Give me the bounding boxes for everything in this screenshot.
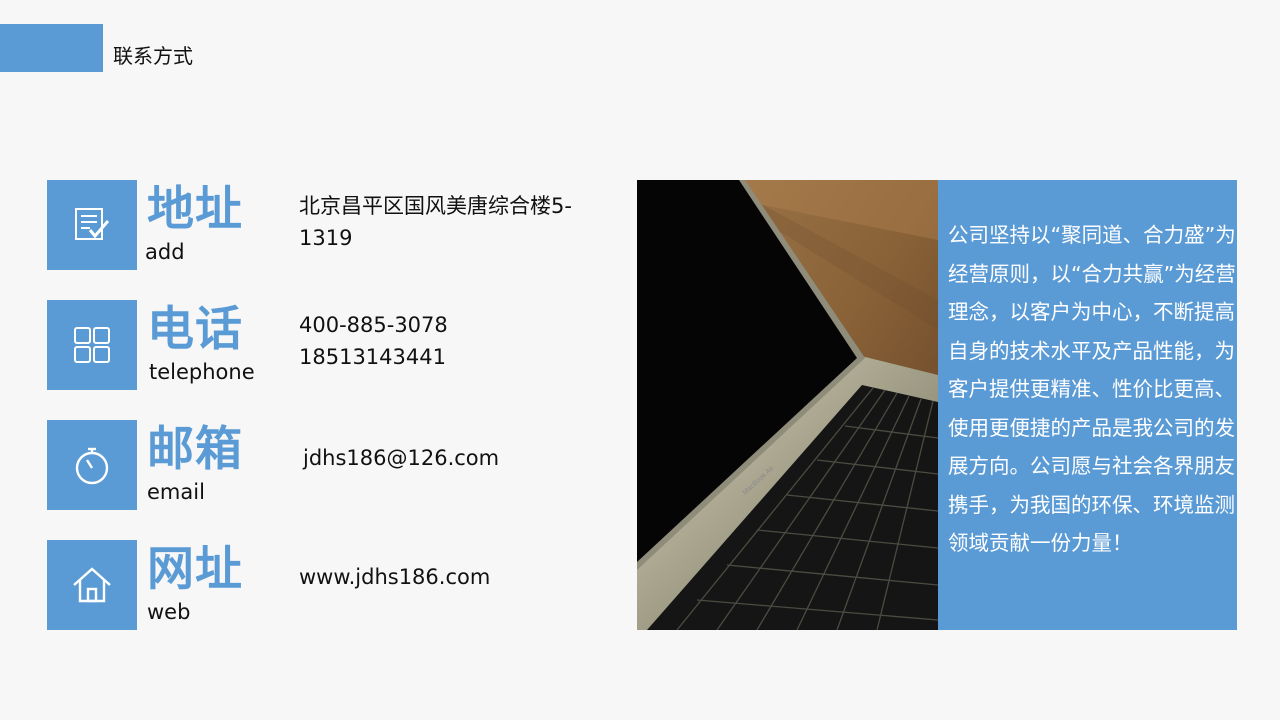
web-label-en: web	[147, 600, 191, 624]
telephone-label: 电话	[147, 302, 243, 357]
web-label: 网址	[147, 542, 243, 597]
contact-row-web: 网址 web www.jdhs186.com	[47, 540, 607, 630]
page-title: 联系方式	[113, 44, 193, 68]
address-label: 地址	[147, 182, 243, 237]
company-description: 公司坚持以“聚同道、合力盛”为经营原则，以“合力共赢”为经营理念，以客户为中心，…	[948, 223, 1236, 555]
telephone-label-en: telephone	[149, 360, 255, 384]
email-label: 邮箱	[147, 422, 243, 477]
laptop-photo: MacBook Air	[637, 180, 938, 630]
description-panel: 公司坚持以“聚同道、合力盛”为经营原则，以“合力共赢”为经营理念，以客户为中心，…	[938, 180, 1237, 630]
email-value[interactable]: jdhs186@126.com	[303, 442, 499, 474]
header-accent-bar	[0, 24, 103, 72]
contact-row-telephone: 电话 telephone 400-885-3078 18513143441	[47, 300, 607, 390]
address-label-en: add	[145, 240, 185, 264]
stopwatch-icon	[47, 420, 137, 510]
home-icon	[47, 540, 137, 630]
address-value: 北京昌平区国风美唐综合楼5- 1319	[299, 194, 572, 250]
email-label-en: email	[147, 480, 205, 504]
contact-row-address: 地址 add 北京昌平区国风美唐综合楼5- 1319	[47, 180, 607, 270]
grid-icon	[47, 300, 137, 390]
web-value[interactable]: www.jdhs186.com	[299, 561, 490, 593]
document-check-icon	[47, 180, 137, 270]
telephone-value: 400-885-3078 18513143441	[299, 313, 448, 369]
contact-row-email: 邮箱 email jdhs186@126.com	[47, 420, 607, 510]
